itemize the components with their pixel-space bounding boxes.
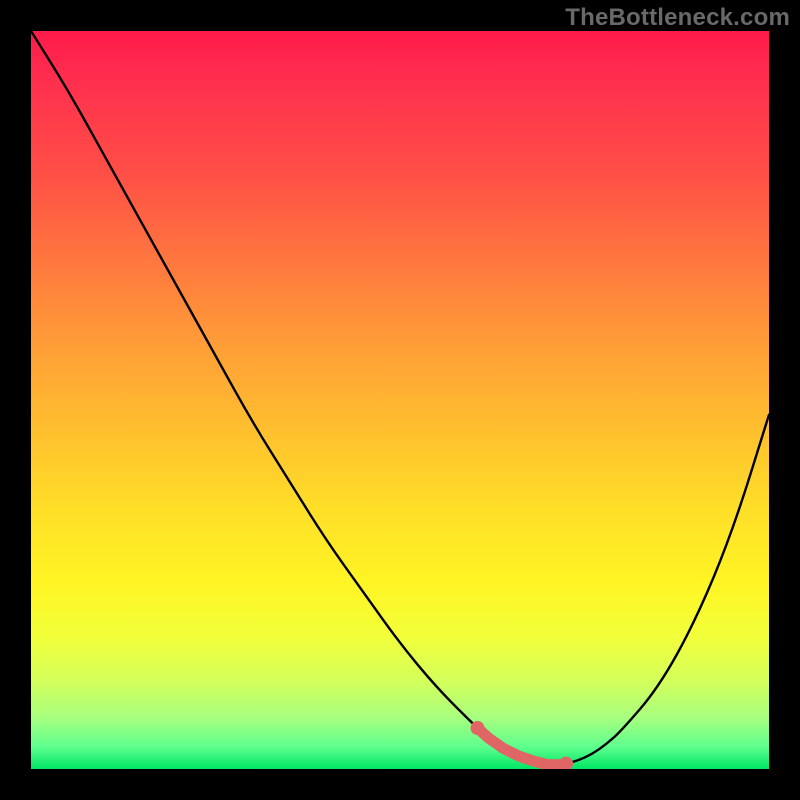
watermark-text: TheBottleneck.com xyxy=(565,4,790,32)
chart-container: TheBottleneck.com xyxy=(0,0,800,800)
heat-gradient-background xyxy=(31,31,769,769)
plot-area xyxy=(31,31,769,769)
watermark-label: TheBottleneck.com xyxy=(565,4,790,31)
